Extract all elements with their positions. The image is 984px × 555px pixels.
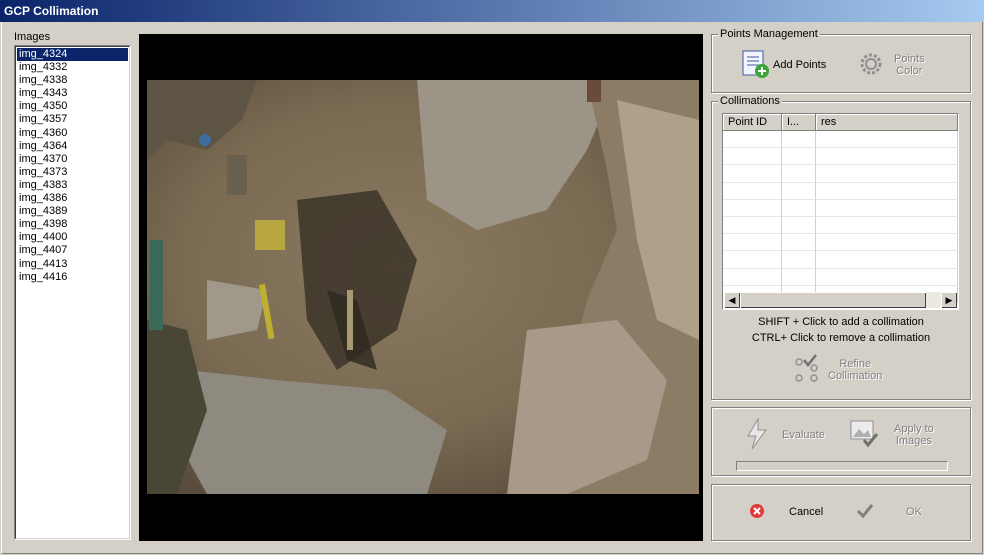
apply-label-line2: Images bbox=[895, 435, 932, 447]
ok-button[interactable]: OK bbox=[856, 503, 922, 521]
image-list-item[interactable]: img_4364 bbox=[17, 140, 128, 153]
image-list-item[interactable]: img_4357 bbox=[17, 113, 128, 126]
table-row[interactable] bbox=[723, 199, 958, 217]
table-row[interactable] bbox=[723, 234, 958, 252]
cancel-label: Cancel bbox=[789, 506, 824, 518]
image-list-item[interactable]: img_4389 bbox=[17, 205, 128, 218]
table-cell bbox=[723, 234, 782, 252]
cancel-button[interactable]: Cancel bbox=[749, 503, 823, 521]
column-header-res[interactable]: res bbox=[816, 114, 958, 131]
table-cell bbox=[723, 199, 782, 217]
refine-label-line1: Refine bbox=[839, 358, 872, 370]
table-cell bbox=[782, 268, 816, 286]
refine-points-icon bbox=[794, 353, 820, 387]
refine-collimation-button[interactable]: Refine Collimation bbox=[794, 353, 883, 387]
image-list-item[interactable]: img_4416 bbox=[17, 271, 128, 284]
image-list-item[interactable]: img_4360 bbox=[17, 127, 128, 140]
table-cell bbox=[816, 182, 958, 200]
refine-label-line2: Collimation bbox=[828, 370, 883, 382]
collimations-table[interactable]: Point ID I... res ◀ ▶ bbox=[722, 113, 959, 310]
table-header: Point ID I... res bbox=[723, 114, 958, 131]
scroll-right-icon[interactable]: ▶ bbox=[941, 292, 957, 308]
window-title: GCP Collimation bbox=[4, 4, 99, 18]
table-cell bbox=[782, 216, 816, 235]
title-bar: GCP Collimation bbox=[0, 0, 984, 22]
apply-label-line1: Apply to bbox=[894, 423, 934, 435]
lightning-icon bbox=[744, 416, 770, 453]
table-cell bbox=[816, 199, 958, 217]
table-row[interactable] bbox=[723, 131, 958, 149]
image-list-item[interactable]: img_4407 bbox=[17, 244, 128, 257]
table-cell bbox=[816, 148, 958, 166]
points-color-label-line1: Points bbox=[894, 53, 925, 65]
table-cell bbox=[723, 216, 782, 235]
table-cell bbox=[723, 165, 782, 183]
table-cell bbox=[816, 268, 958, 286]
add-points-button[interactable]: Add Points bbox=[740, 50, 826, 80]
image-list-item[interactable]: img_4386 bbox=[17, 192, 128, 205]
table-cell bbox=[723, 182, 782, 200]
ok-label: OK bbox=[906, 506, 922, 518]
table-cell bbox=[782, 182, 816, 200]
table-cell bbox=[723, 251, 782, 269]
hint-remove-collimation: CTRL+ Click to remove a collimation bbox=[751, 332, 931, 344]
gear-icon bbox=[856, 49, 886, 82]
column-header-point-id[interactable]: Point ID bbox=[723, 114, 782, 131]
scrollbar-thumb[interactable] bbox=[740, 292, 926, 308]
collimations-title: Collimations bbox=[718, 95, 782, 107]
image-list-item[interactable]: img_4332 bbox=[17, 61, 128, 74]
table-row[interactable] bbox=[723, 165, 958, 183]
progress-bar bbox=[736, 461, 948, 471]
table-cell bbox=[782, 251, 816, 269]
add-points-icon bbox=[740, 49, 770, 82]
table-row[interactable] bbox=[723, 251, 958, 269]
column-header-image[interactable]: I... bbox=[782, 114, 816, 131]
aerial-photo[interactable] bbox=[147, 80, 699, 494]
table-cell bbox=[723, 268, 782, 286]
image-list-item[interactable]: img_4370 bbox=[17, 153, 128, 166]
table-cell bbox=[816, 131, 958, 149]
table-cell bbox=[782, 199, 816, 217]
table-cell bbox=[816, 216, 958, 235]
image-viewer[interactable] bbox=[139, 34, 703, 541]
checkmark-icon bbox=[856, 503, 874, 522]
apply-images-icon bbox=[850, 418, 880, 453]
table-cell bbox=[782, 165, 816, 183]
table-cell bbox=[816, 251, 958, 269]
images-label: Images bbox=[14, 31, 51, 43]
image-list-item[interactable]: img_4338 bbox=[17, 74, 128, 87]
image-list-item[interactable]: img_4350 bbox=[17, 100, 128, 113]
evaluate-label: Evaluate bbox=[782, 429, 825, 441]
table-cell bbox=[782, 131, 816, 149]
table-cell bbox=[723, 131, 782, 149]
quarry-photo-image bbox=[147, 80, 699, 494]
table-row[interactable] bbox=[723, 216, 958, 235]
image-list-item[interactable]: img_4383 bbox=[17, 179, 128, 192]
table-cell bbox=[816, 165, 958, 183]
image-list-item[interactable]: img_4398 bbox=[17, 218, 128, 231]
hint-add-collimation: SHIFT + Click to add a collimation bbox=[758, 316, 924, 328]
horizontal-scrollbar[interactable]: ◀ ▶ bbox=[724, 292, 957, 308]
points-management-title: Points Management bbox=[718, 28, 820, 40]
image-list[interactable]: img_4324 img_4332 img_4338 img_4343 img_4350… bbox=[14, 45, 131, 540]
table-row[interactable] bbox=[723, 268, 958, 286]
cancel-icon bbox=[749, 503, 765, 522]
image-list-item[interactable]: img_4373 bbox=[17, 166, 128, 179]
table-cell bbox=[816, 234, 958, 252]
evaluate-button[interactable]: Evaluate bbox=[744, 416, 825, 453]
table-cell bbox=[782, 148, 816, 166]
table-row[interactable] bbox=[723, 148, 958, 166]
table-cell bbox=[723, 148, 782, 166]
points-color-label-line2: Color bbox=[896, 65, 923, 77]
image-list-item[interactable]: img_4343 bbox=[17, 87, 128, 100]
table-cell bbox=[782, 234, 816, 252]
image-list-item[interactable]: img_4324 bbox=[17, 48, 128, 62]
table-row[interactable] bbox=[723, 182, 958, 200]
add-points-label: Add Points bbox=[773, 59, 827, 71]
image-list-item[interactable]: img_4400 bbox=[17, 231, 128, 244]
image-list-item[interactable]: img_4413 bbox=[17, 258, 128, 271]
scroll-left-icon[interactable]: ◀ bbox=[724, 292, 740, 308]
apply-to-images-button[interactable]: Apply to Images bbox=[850, 418, 934, 452]
points-color-button[interactable]: Points Color bbox=[856, 50, 925, 80]
